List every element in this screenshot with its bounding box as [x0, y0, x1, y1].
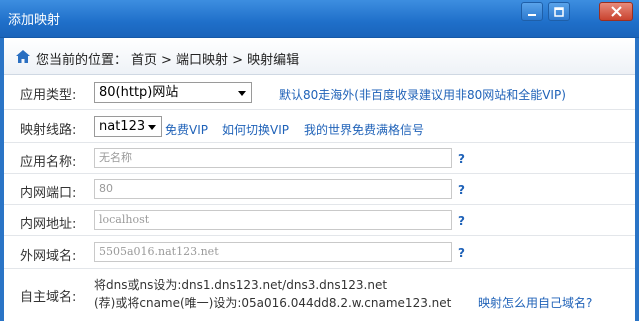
- dialog-content: 您当前的位置： 首页 > 端口映射 > 映射编辑 应用类型: 80(http)网站 默…: [0, 38, 639, 321]
- chevron-down-icon: [238, 91, 246, 96]
- breadcrumb-item-home[interactable]: 首页: [131, 53, 157, 68]
- breadcrumb: 您当前的位置： 首页 > 端口映射 > 映射编辑: [4, 38, 635, 75]
- lan-port-input[interactable]: 80: [94, 179, 452, 199]
- app-name-label: 应用名称:: [20, 155, 77, 170]
- app-type-value: 80(http)网站: [99, 85, 179, 100]
- breadcrumb-prefix: 您当前的位置：: [36, 53, 128, 68]
- lan-addr-label: 内网地址:: [20, 217, 77, 232]
- app-type-row: 应用类型: 80(http)网站 默认80走海外(非百度收录建议用非80网站和全…: [4, 75, 635, 110]
- lan-addr-input[interactable]: localhost: [94, 210, 452, 230]
- app-type-select[interactable]: 80(http)网站: [94, 82, 252, 103]
- chevron-down-icon: [148, 125, 156, 130]
- own-domain-label: 自主域名:: [20, 290, 77, 305]
- close-button[interactable]: [599, 2, 633, 21]
- own-domain-row: 自主域名: 将dns或ns设为:dns1.dns123.net/dns3.dns…: [4, 269, 635, 321]
- own-domain-help-link[interactable]: 映射怎么用自己域名?: [478, 294, 592, 311]
- close-icon: [610, 6, 622, 17]
- wan-domain-row: 外网域名: 5505a016.nat123.net ?: [4, 236, 635, 269]
- route-label: 映射线路:: [20, 123, 77, 138]
- app-name-help-icon[interactable]: ?: [458, 152, 465, 166]
- lan-port-row: 内网端口: 80 ?: [4, 174, 635, 205]
- switch-vip-link[interactable]: 如何切换VIP: [222, 121, 289, 138]
- free-vip-link[interactable]: 免费VIP: [165, 121, 208, 138]
- lan-addr-row: 内网地址: localhost ?: [4, 205, 635, 236]
- route-row: 映射线路: nat123 免费VIP 如何切换VIP 我的世界免费满格信号: [4, 110, 635, 143]
- minimize-icon: [528, 13, 536, 16]
- app-name-row: 应用名称: 无名称 ?: [4, 143, 635, 174]
- lan-addr-help-icon[interactable]: ?: [458, 214, 465, 228]
- minecraft-signal-link[interactable]: 我的世界免费满格信号: [304, 121, 424, 138]
- home-icon: [16, 50, 30, 63]
- app-type-hint: 默认80走海外(非百度收录建议用非80网站和全能VIP): [279, 88, 566, 102]
- window-title: 添加映射: [8, 13, 61, 28]
- maximize-icon: [554, 6, 564, 17]
- breadcrumb-item-port-mapping[interactable]: > 端口映射: [161, 53, 228, 68]
- minimize-button[interactable]: [521, 2, 543, 21]
- route-value: nat123: [99, 119, 146, 134]
- route-select[interactable]: nat123: [94, 116, 162, 137]
- lan-port-label: 内网端口:: [20, 186, 77, 201]
- wan-domain-help-icon[interactable]: ?: [458, 246, 465, 260]
- wan-domain-label: 外网域名:: [20, 249, 77, 264]
- app-type-label: 应用类型:: [20, 88, 77, 103]
- wan-domain-input[interactable]: 5505a016.nat123.net: [94, 242, 452, 262]
- breadcrumb-item-mapping-edit: > 映射编辑: [232, 53, 300, 68]
- dns-instruction: 将dns或ns设为:dns1.dns123.net/dns3.dns123.ne…: [94, 278, 388, 292]
- app-name-input[interactable]: 无名称: [94, 148, 452, 168]
- cname-instruction: (荐)或将cname(唯一)设为:05a016.044dd8.2.w.cname…: [94, 296, 452, 310]
- lan-port-help-icon[interactable]: ?: [458, 183, 465, 197]
- maximize-button[interactable]: [548, 2, 570, 21]
- title-bar: 添加映射: [0, 0, 639, 38]
- breadcrumb-path: 您当前的位置： 首页 > 端口映射 > 映射编辑: [36, 49, 303, 68]
